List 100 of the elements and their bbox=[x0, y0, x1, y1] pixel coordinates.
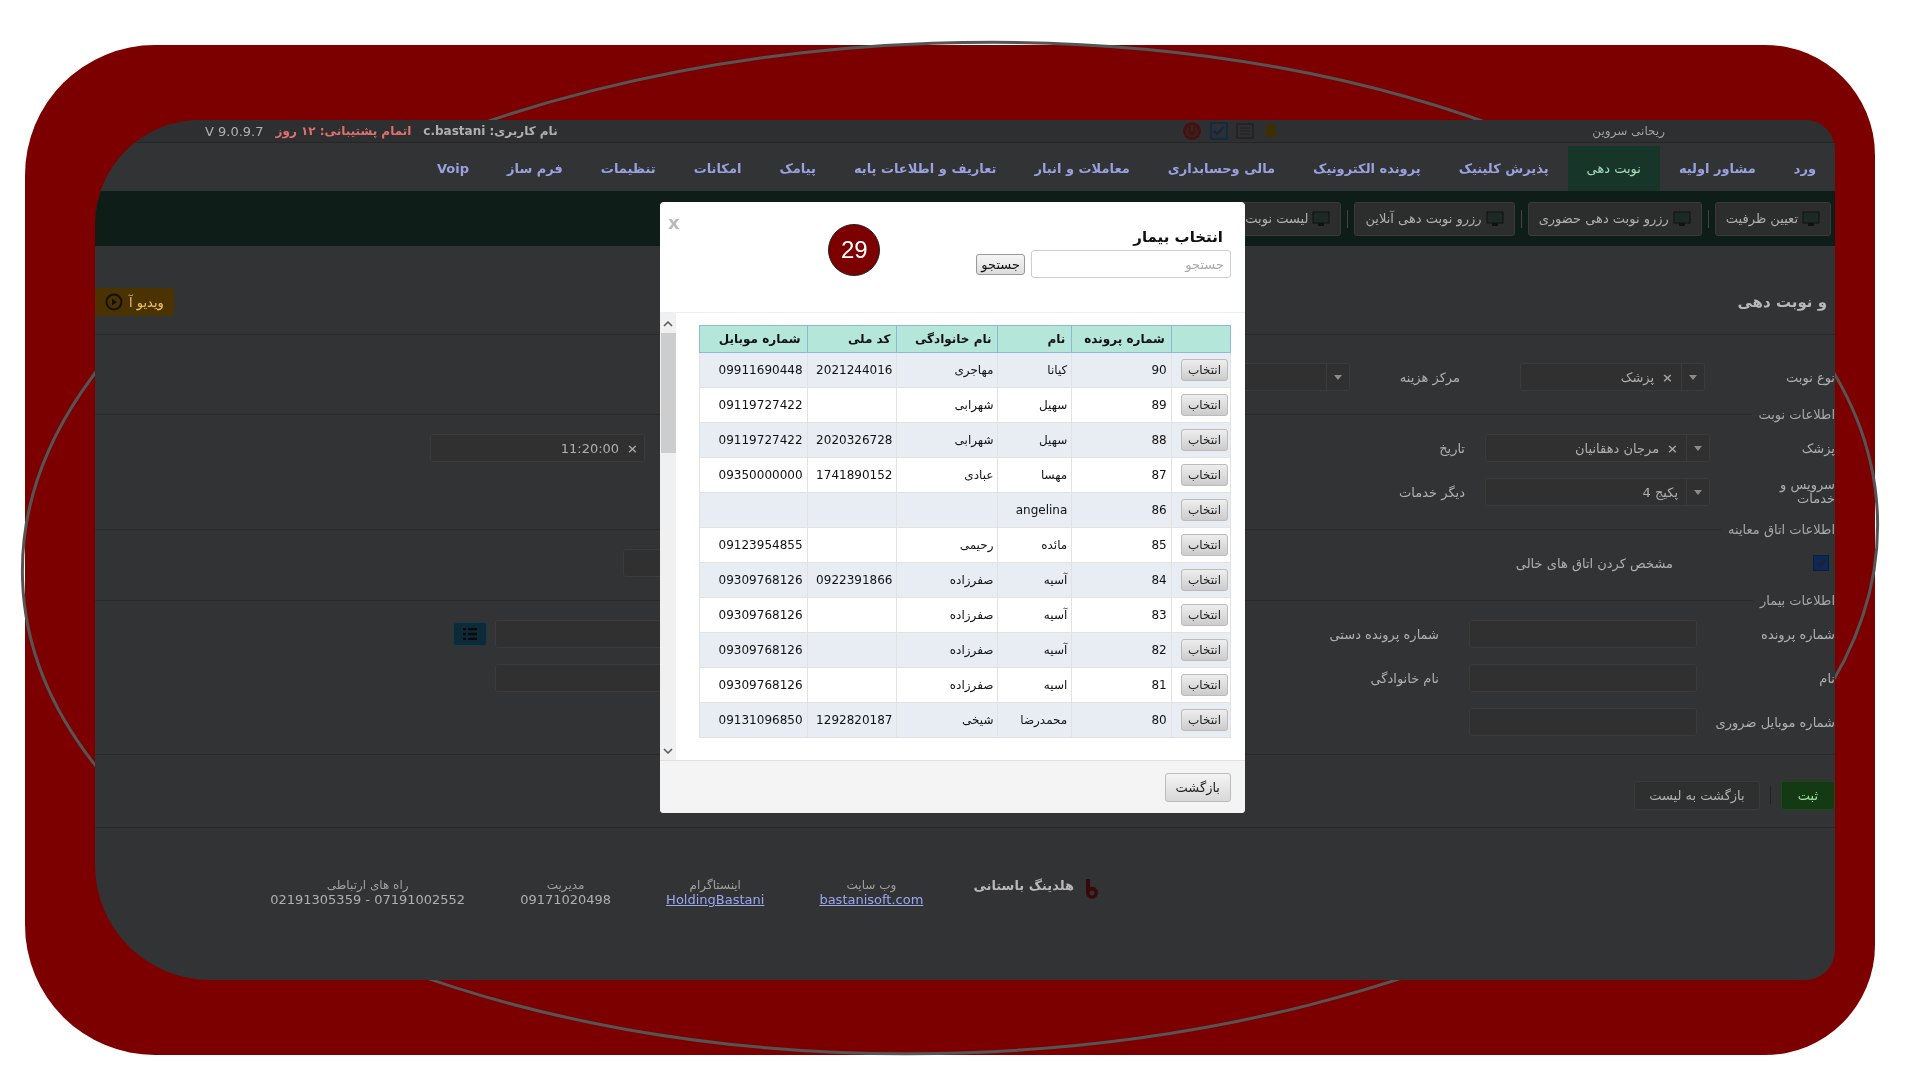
field-label: شماره موبایل ضروری bbox=[1714, 714, 1835, 730]
table-cell: 88 bbox=[1071, 422, 1172, 458]
column-header: کد ملی bbox=[807, 325, 897, 353]
section-title: اطلاعات بیمار bbox=[1759, 593, 1835, 608]
menu-tab[interactable]: مالی وحسابداری bbox=[1148, 146, 1295, 191]
table-cell: سهیل bbox=[997, 387, 1072, 423]
search-button[interactable]: جستجو bbox=[976, 253, 1025, 275]
table-cell: صفرزاده bbox=[896, 597, 998, 633]
version-label: V 9.0.9.7 bbox=[205, 123, 264, 139]
video-button[interactable]: ویدیو آ bbox=[95, 288, 174, 316]
footer-link[interactable]: HoldingBastani bbox=[666, 892, 765, 907]
field-label: تاریخ bbox=[1438, 440, 1465, 456]
table-cell: عبادی bbox=[896, 457, 998, 493]
menu-tab[interactable]: مشاور اولیه bbox=[1659, 146, 1775, 191]
menu-tab[interactable]: پیامک bbox=[760, 146, 835, 191]
menu-tab[interactable]: امکانات bbox=[674, 146, 761, 191]
table-cell: 09119727422 bbox=[699, 422, 808, 458]
table-cell: سهیل bbox=[997, 422, 1072, 458]
clear-icon[interactable]: × bbox=[1667, 440, 1678, 456]
select-button[interactable]: انتخاب bbox=[1181, 604, 1228, 626]
field-label: شماره پرونده bbox=[1760, 626, 1835, 642]
table-cell: 81 bbox=[1071, 667, 1172, 703]
table-cell: 85 bbox=[1071, 527, 1172, 563]
table-cell: 84 bbox=[1071, 562, 1172, 598]
back-button[interactable]: بازگشت bbox=[1164, 772, 1231, 802]
menu-tab[interactable]: فرم ساز bbox=[488, 146, 582, 191]
footer-heading: وب سایت bbox=[846, 878, 897, 892]
toolbar-button[interactable]: تعیین ظرفیت bbox=[1714, 201, 1831, 236]
select-button[interactable]: انتخاب bbox=[1181, 394, 1228, 416]
submit-button[interactable]: ثبت bbox=[1780, 780, 1835, 810]
number-badge: 29 bbox=[828, 224, 881, 276]
select-button[interactable]: انتخاب bbox=[1181, 429, 1228, 451]
select-field[interactable]: پکیج 4 bbox=[1485, 478, 1710, 506]
field-label: نام bbox=[1818, 670, 1835, 686]
menu-tab[interactable]: نوبت دهی bbox=[1567, 146, 1660, 191]
page-title: و نوبت دهی bbox=[1737, 293, 1827, 311]
select-field[interactable]: × مرجان دهقانیان bbox=[1485, 434, 1710, 462]
table-cell: 09350000000 bbox=[699, 457, 808, 493]
table-cell: 09309768126 bbox=[699, 667, 808, 703]
select-button[interactable]: انتخاب bbox=[1181, 639, 1228, 661]
footer-link[interactable]: bastanisoft.com bbox=[819, 892, 924, 907]
field-label: پزشک bbox=[1800, 440, 1835, 456]
table-cell: اسیه bbox=[997, 667, 1072, 703]
table-cell: 83 bbox=[1071, 597, 1172, 633]
back-button[interactable]: بازگشت به لیست bbox=[1634, 780, 1760, 810]
table-cell: شیخی bbox=[896, 702, 998, 738]
select-button[interactable]: انتخاب bbox=[1181, 569, 1228, 591]
select-value: مرجان دهقانیان bbox=[1575, 440, 1660, 456]
table-cell: 1292820187 bbox=[807, 702, 897, 738]
column-header: نام bbox=[997, 325, 1072, 353]
select-button[interactable]: انتخاب bbox=[1181, 464, 1228, 486]
table-cell: شهرابی bbox=[896, 387, 998, 423]
menu-tab[interactable]: معاملات و انبار bbox=[1015, 146, 1149, 191]
table-cell: 09309768126 bbox=[699, 597, 808, 633]
table-cell: کیانا bbox=[997, 352, 1072, 388]
user-name: ریحانی سروین bbox=[1592, 124, 1665, 138]
select-button[interactable]: انتخاب bbox=[1181, 359, 1228, 381]
table-cell: مهاجری bbox=[896, 352, 998, 388]
footer-heading: اینستاگرام bbox=[689, 878, 741, 892]
menu-tab[interactable]: ورد bbox=[1774, 146, 1835, 191]
table-cell: مائده bbox=[997, 527, 1072, 563]
table-cell: 80 bbox=[1071, 702, 1172, 738]
clear-icon[interactable]: × bbox=[627, 440, 638, 456]
section-title: اطلاعات نوبت bbox=[1758, 407, 1835, 422]
menu-tab[interactable]: پرونده الکترونیک bbox=[1294, 146, 1440, 191]
select-field[interactable]: × پزشک bbox=[1520, 363, 1705, 391]
table-cell: 1741890152 bbox=[807, 457, 897, 493]
select-value: 11:20:00 bbox=[560, 440, 620, 456]
select-value: پزشک bbox=[1620, 369, 1655, 385]
search-field[interactable]: جستجو bbox=[1031, 250, 1231, 278]
table-cell: angelina bbox=[997, 492, 1072, 528]
select-value: پکیج 4 bbox=[1642, 484, 1678, 500]
menu-tab[interactable]: پذیرش کلینیک bbox=[1439, 146, 1568, 191]
table-cell: 90 bbox=[1071, 352, 1172, 388]
support-remaining: اتمام پشتیبانی: ۱۲ روز bbox=[275, 124, 412, 138]
table-cell: 09911690448 bbox=[699, 352, 808, 388]
table-cell: صفرزاده bbox=[896, 562, 998, 598]
username-label: نام کاربری: c.bastani bbox=[423, 124, 558, 138]
menu-tab[interactable]: Voip bbox=[417, 146, 488, 191]
time-field[interactable]: × 11:20:00 bbox=[430, 434, 645, 462]
toolbar-button[interactable]: رزرو نوبت دهی آنلاین bbox=[1354, 201, 1515, 236]
table-cell: 89 bbox=[1071, 387, 1172, 423]
clear-icon[interactable]: × bbox=[1662, 369, 1673, 385]
table-cell: صفرزاده bbox=[896, 632, 998, 668]
select-button[interactable]: انتخاب bbox=[1181, 709, 1228, 731]
select-button[interactable]: انتخاب bbox=[1181, 499, 1228, 521]
table-cell: 86 bbox=[1071, 492, 1172, 528]
table-cell: 82 bbox=[1071, 632, 1172, 668]
menu-tab[interactable]: تعاریف و اطلاعات پایه bbox=[834, 146, 1016, 191]
table-cell: محمدرضا bbox=[997, 702, 1072, 738]
table-cell: 09309768126 bbox=[699, 632, 808, 668]
table-cell: 87 bbox=[1071, 457, 1172, 493]
select-button[interactable]: انتخاب bbox=[1181, 674, 1228, 696]
table-cell: شهرابی bbox=[896, 422, 998, 458]
select-button[interactable]: انتخاب bbox=[1181, 534, 1228, 556]
menu-tab[interactable]: تنظیمات bbox=[581, 146, 675, 191]
table-cell: آسیه bbox=[997, 562, 1072, 598]
footer-heading: راه های ارتباطی bbox=[326, 878, 409, 892]
toolbar-button[interactable]: رزرو نوبت دهی حضوری bbox=[1527, 201, 1702, 236]
table-cell: آسیه bbox=[997, 597, 1072, 633]
